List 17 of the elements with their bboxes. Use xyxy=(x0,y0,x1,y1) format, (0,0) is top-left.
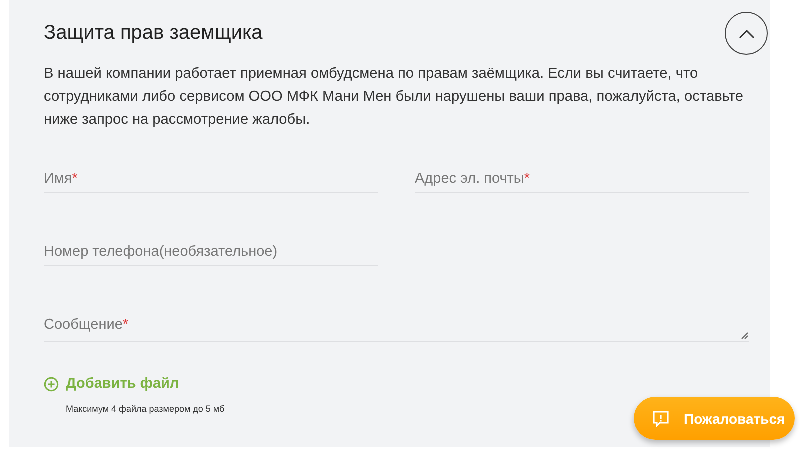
field-label: Адрес эл. почты* xyxy=(415,171,530,187)
resize-handle-icon[interactable] xyxy=(741,332,749,340)
input-field[interactable]: Адрес эл. почты* xyxy=(415,170,749,193)
file-limit-note: Максимум 4 файла размером до 5 мб xyxy=(66,404,226,414)
message-field[interactable]: Сообщение* xyxy=(44,316,749,342)
add-file-link[interactable]: Добавить файл xyxy=(44,376,180,392)
message-alert-icon xyxy=(652,410,670,428)
description-text: В нашей компании работает приемная омбудсмена по правам заёмщика. Если вы считаете, что сотрудниками либо сервисом ООО МФК Мани Мен были нарушены ваши права, пожалуйста, оставьте ниже запрос на рассмотрение жалобы. xyxy=(44,65,744,130)
input-field[interactable]: Номер телефона(необязательное) xyxy=(44,243,378,266)
input-field[interactable]: Имя* xyxy=(44,170,378,193)
collapse-button[interactable] xyxy=(725,12,768,55)
plus-circle-icon xyxy=(44,376,59,392)
section-title: Защита прав заемщика xyxy=(44,22,263,45)
field-label: Сообщение* xyxy=(44,317,129,333)
chevron-icon xyxy=(738,28,754,38)
field-label: Имя* xyxy=(44,171,78,187)
field-label: Номер телефона(необязательное) xyxy=(44,244,278,260)
